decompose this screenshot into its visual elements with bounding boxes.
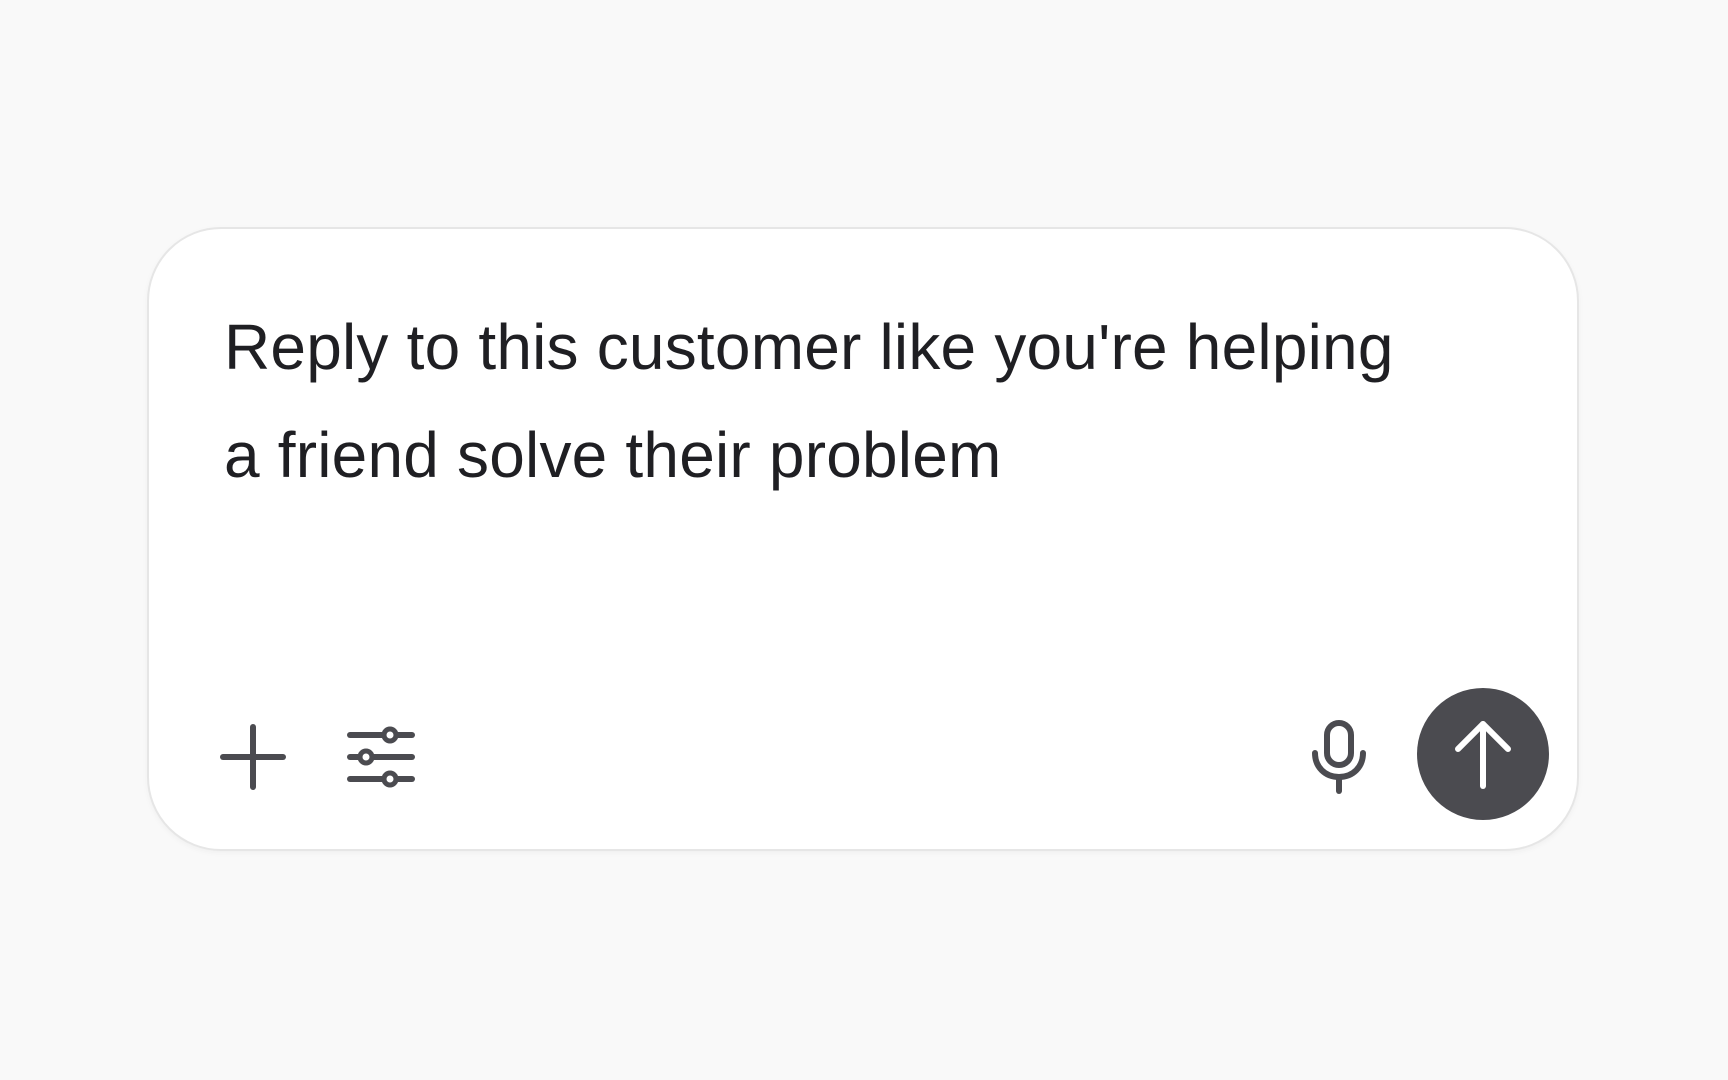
prompt-composer[interactable]: Reply to this customer like you're helpi…	[147, 227, 1579, 851]
microphone-icon	[1309, 719, 1369, 795]
add-attachment-button[interactable]	[217, 721, 289, 793]
plus-icon	[220, 724, 286, 790]
tools-settings-button[interactable]	[345, 721, 417, 793]
send-button[interactable]	[1417, 688, 1549, 820]
arrow-up-icon	[1453, 718, 1513, 790]
sliders-icon	[347, 724, 415, 790]
voice-input-button[interactable]	[1301, 719, 1377, 795]
prompt-input[interactable]: Reply to this customer like you're helpi…	[224, 293, 1404, 509]
